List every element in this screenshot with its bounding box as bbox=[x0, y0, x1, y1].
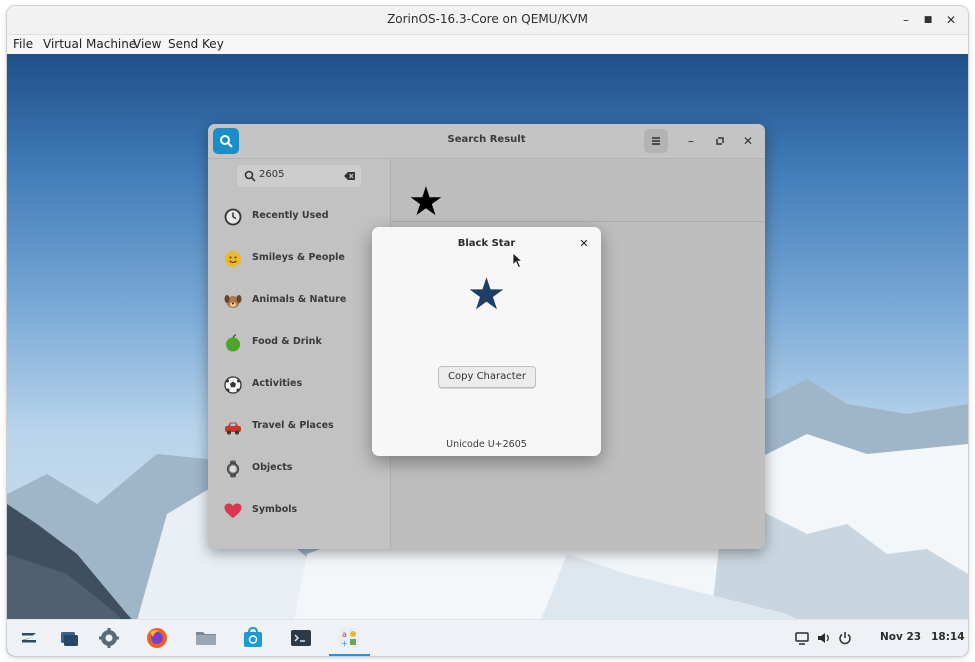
search-toggle-button[interactable] bbox=[213, 128, 239, 154]
menu-file[interactable]: File bbox=[13, 37, 33, 51]
menu-send-key[interactable]: Send Key bbox=[168, 37, 224, 51]
car-icon bbox=[225, 422, 241, 435]
heart-icon bbox=[224, 503, 242, 518]
expand-icon bbox=[716, 137, 724, 145]
zorin-menu-icon[interactable] bbox=[17, 626, 41, 650]
search-input[interactable]: 2605 bbox=[237, 165, 361, 187]
sidebar-item-label: Recently Used bbox=[252, 210, 329, 221]
guest-desktop: Search Result – ✕ 2605 Recently Used Smi… bbox=[7, 54, 968, 656]
display-icon[interactable] bbox=[794, 630, 810, 646]
characters-app-icon[interactable]: a + bbox=[337, 626, 361, 650]
unicode-code-label: Unicode U+2605 bbox=[446, 439, 527, 450]
clear-icon[interactable] bbox=[341, 165, 357, 187]
active-app-indicator bbox=[329, 654, 370, 656]
search-icon bbox=[244, 170, 256, 182]
files-folder-icon[interactable] bbox=[194, 626, 218, 650]
sidebar-item-label: Activities bbox=[252, 378, 303, 389]
svg-text:a: a bbox=[342, 630, 347, 639]
svg-text:+: + bbox=[341, 639, 348, 648]
smiley-icon bbox=[225, 251, 241, 267]
close-icon[interactable]: ✕ bbox=[941, 10, 961, 30]
result-character[interactable]: ★ bbox=[408, 182, 444, 222]
minimize-icon[interactable]: – bbox=[679, 129, 703, 153]
apple-icon bbox=[226, 334, 240, 352]
result-row: ★ bbox=[391, 159, 765, 222]
copy-character-button[interactable]: Copy Character bbox=[438, 366, 536, 388]
sidebar-item-label: Objects bbox=[252, 462, 293, 473]
character-detail-dialog: Black Star ✕ ★ Copy Character Unicode U+… bbox=[372, 227, 601, 456]
dialog-title: Black Star bbox=[457, 238, 516, 249]
dog-icon bbox=[224, 295, 242, 308]
clock-date: Nov 23 bbox=[880, 631, 922, 643]
window-title: ZorinOS-16.3-Core on QEMU/KVM bbox=[387, 12, 588, 26]
close-icon[interactable]: ✕ bbox=[736, 129, 760, 153]
mouse-pointer-icon bbox=[512, 252, 524, 269]
sidebar-item-label: Smileys & People bbox=[252, 252, 345, 263]
sidebar-item-label: Symbols bbox=[252, 504, 298, 515]
volume-icon[interactable] bbox=[816, 630, 832, 646]
terminal-icon[interactable] bbox=[289, 626, 313, 650]
app-title: Search Result bbox=[447, 134, 526, 145]
menu-icon bbox=[652, 137, 660, 145]
maximize-icon[interactable]: ■ bbox=[918, 10, 938, 30]
vm-window: ZorinOS-16.3-Core on QEMU/KVM – ■ ✕ File… bbox=[7, 6, 968, 656]
taskbar: a + Nov 23 18:14 bbox=[7, 619, 968, 656]
software-store-icon[interactable] bbox=[241, 626, 265, 650]
clock-time: 18:14 bbox=[931, 631, 965, 643]
category-sidebar: 2605 Recently Used Smileys & People Anim… bbox=[208, 159, 391, 549]
workspaces-icon[interactable] bbox=[57, 626, 81, 650]
clock-icon bbox=[224, 208, 242, 226]
clock[interactable]: Nov 23 18:14 bbox=[880, 631, 965, 643]
sidebar-item-label: Food & Drink bbox=[252, 336, 322, 347]
maximize-icon[interactable] bbox=[708, 129, 732, 153]
sidebar-item-label: Travel & Places bbox=[252, 420, 334, 431]
menu-view[interactable]: View bbox=[133, 37, 161, 51]
dialog-character-preview: ★ bbox=[466, 269, 507, 320]
hamburger-menu-button[interactable] bbox=[644, 129, 668, 153]
search-input-value: 2605 bbox=[259, 169, 285, 180]
minimize-icon[interactable]: – bbox=[896, 10, 916, 30]
title-bar[interactable]: ZorinOS-16.3-Core on QEMU/KVM – ■ ✕ bbox=[7, 6, 968, 35]
watch-icon bbox=[226, 460, 240, 478]
app-header-bar: Search Result – ✕ bbox=[208, 124, 765, 159]
menu-virtual-machine[interactable]: Virtual Machine bbox=[43, 37, 136, 51]
firefox-icon[interactable] bbox=[145, 626, 169, 650]
sidebar-item-label: Animals & Nature bbox=[252, 294, 347, 305]
search-icon bbox=[220, 135, 233, 148]
close-icon[interactable]: ✕ bbox=[577, 237, 591, 251]
soccer-ball-icon bbox=[224, 376, 242, 394]
menu-bar: File Virtual Machine View Send Key bbox=[7, 35, 968, 54]
settings-gear-icon[interactable] bbox=[97, 626, 121, 650]
power-icon[interactable] bbox=[837, 630, 853, 646]
